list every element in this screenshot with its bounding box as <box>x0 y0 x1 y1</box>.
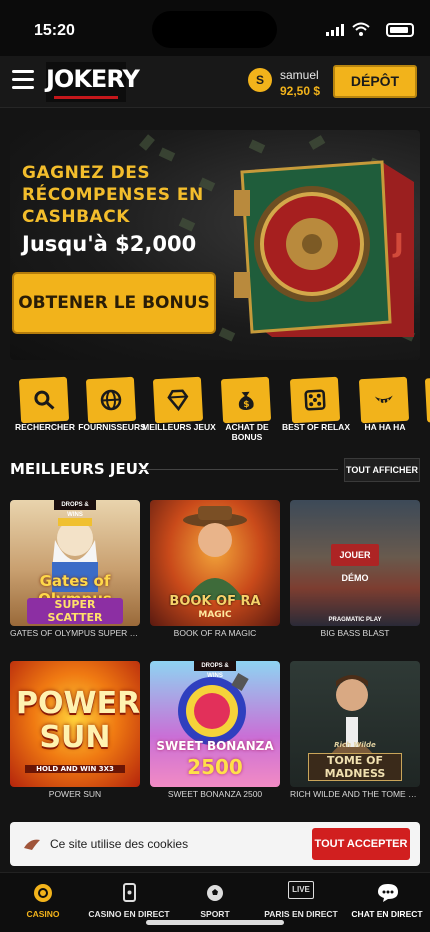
promo-banner[interactable]: GAGNEZ DES RÉCOMPENSES EN CASHBACK Jusqu… <box>10 130 420 360</box>
logo-text: JOKERY <box>46 65 140 93</box>
cookie-text: Ce site utilise des cookies <box>50 837 189 851</box>
game-art-title: SWEET BONANZA <box>156 739 274 753</box>
money-bag-icon: $ <box>238 391 254 410</box>
get-bonus-button[interactable]: OBTENER LE BONUS <box>12 272 216 334</box>
game-thumbnail[interactable]: BOOK OF RA MAGIC <box>150 500 280 626</box>
game-thumbnail[interactable]: DROPS & WINS Gates of Olympus SUPER SCAT… <box>10 500 140 626</box>
diamond-icon <box>167 389 189 412</box>
category-label: BEST OF RELAX <box>281 422 350 432</box>
nav-label: CASINO <box>26 909 60 919</box>
game-art-title: BOOK OF RA <box>169 594 261 609</box>
safe-vault-icon: J <box>234 160 414 337</box>
menu-icon[interactable] <box>12 70 34 90</box>
avatar[interactable]: S <box>248 68 272 92</box>
dice-icon <box>304 389 326 411</box>
nav-label: PARIS EN DIRECT <box>264 909 338 919</box>
game-thumbnail[interactable]: DROPS & WINS SWEET BONANZA 2500 <box>150 661 280 787</box>
cookie-icon <box>24 839 40 850</box>
svg-text:J: J <box>392 229 404 259</box>
game-thumbnail[interactable]: TOME OF MADNESS Rich Wilde <box>290 661 420 787</box>
category-ha-ha-ha[interactable]: HA HA HA <box>354 374 416 446</box>
category-label: HA HA HA <box>364 422 406 432</box>
clock: 15:20 <box>34 22 75 39</box>
category-label: MEILLEURS JEUX <box>142 422 216 432</box>
logo[interactable]: JOKERY <box>46 62 140 102</box>
category-providers[interactable]: FOURNISSEURS <box>78 374 146 446</box>
category-best-of-relax[interactable]: BEST OF RELAX <box>282 374 350 446</box>
status-bar: 15:20 <box>0 0 430 56</box>
game-name[interactable]: BIG BASS BLAST <box>290 628 420 638</box>
casino-chip-icon <box>34 884 52 902</box>
wifi-icon <box>352 22 370 36</box>
category-search[interactable]: RECHERCHER <box>14 374 76 446</box>
category-label: RECHERCHER <box>15 422 75 432</box>
dynamic-island <box>152 11 277 48</box>
game-art-subtitle: SUPER SCATTER <box>27 598 123 624</box>
game-name[interactable]: SWEET BONANZA 2500 <box>150 789 280 799</box>
joker-smile-icon <box>374 395 393 405</box>
game-art-title: POWER SUN <box>16 686 140 755</box>
deposit-button[interactable]: DÉPÔT <box>333 65 417 98</box>
nav-label: CHAT EN DIRECT <box>351 909 423 919</box>
category-label: FOURNISSEURS <box>78 422 146 432</box>
category-best-games[interactable]: MEILLEURS JEUX <box>142 374 216 446</box>
provider-label: PRAGMATIC PLAY <box>328 617 382 623</box>
nav-label: CASINO EN DIRECT <box>88 909 170 919</box>
game-art-subtitle: Rich Wilde <box>334 741 376 749</box>
game-art-subtitle: HOLD AND WIN 3X3 <box>25 765 125 773</box>
signal-icon <box>326 24 344 36</box>
show-all-button[interactable]: TOUT AFFICHER <box>344 458 420 482</box>
category-bonus-buy[interactable]: $ ACHAT DE BONUS <box>216 374 278 446</box>
football-icon <box>207 885 223 901</box>
nav-label: SPORT <box>200 909 230 919</box>
home-indicator <box>146 920 284 925</box>
balance: 92,50 $ <box>280 84 321 98</box>
search-icon <box>34 390 55 410</box>
nav-casino[interactable]: CASINO <box>0 873 86 932</box>
banner-headline: GAGNEZ DES RÉCOMPENSES EN CASHBACK <box>22 163 204 227</box>
play-button[interactable]: JOUER <box>331 544 379 566</box>
game-art-title: TOME OF MADNESS <box>308 753 402 781</box>
category-more[interactable] <box>420 374 430 446</box>
top-header: JOKERY S samuel 92,50 $ DÉPÔT <box>0 56 430 108</box>
game-thumbnail[interactable]: POWER SUN HOLD AND WIN 3X3 <box>10 661 140 787</box>
game-art-subtitle: 2500 <box>187 755 243 779</box>
chat-icon <box>378 884 398 902</box>
game-name[interactable]: GATES OF OLYMPUS SUPER SCATTER <box>10 628 140 638</box>
divider <box>138 469 338 470</box>
section-title: MEILLEURS JEUX <box>10 460 150 478</box>
cookie-banner: Ce site utilise des cookies TOUT ACCEPTE… <box>10 822 420 866</box>
accept-cookies-button[interactable]: TOUT ACCEPTER <box>312 828 410 860</box>
category-strip: RECHERCHER FOURNISSEURS MEILLEURS JEUX $… <box>0 374 430 446</box>
nav-live-chat[interactable]: CHAT EN DIRECT <box>344 873 430 932</box>
game-name[interactable]: RICH WILDE AND THE TOME OF MADN... <box>290 789 420 799</box>
cards-icon <box>123 883 136 902</box>
live-icon: LIVE <box>288 881 314 899</box>
svg-text:$: $ <box>243 400 250 410</box>
demo-link[interactable]: DÉMO <box>290 573 420 583</box>
game-thumbnail[interactable]: JOUER DÉMO PRAGMATIC PLAY <box>290 500 420 626</box>
game-name[interactable]: BOOK OF RA MAGIC <box>150 628 280 638</box>
banner-amount: Jusqu'à $2,000 <box>22 232 197 256</box>
username[interactable]: samuel <box>280 68 319 82</box>
game-name[interactable]: POWER SUN <box>10 789 140 799</box>
globe-icon <box>100 389 122 411</box>
game-art-subtitle: MAGIC <box>198 610 232 620</box>
category-label: ACHAT DE BONUS <box>225 422 269 442</box>
battery-icon <box>386 23 414 37</box>
